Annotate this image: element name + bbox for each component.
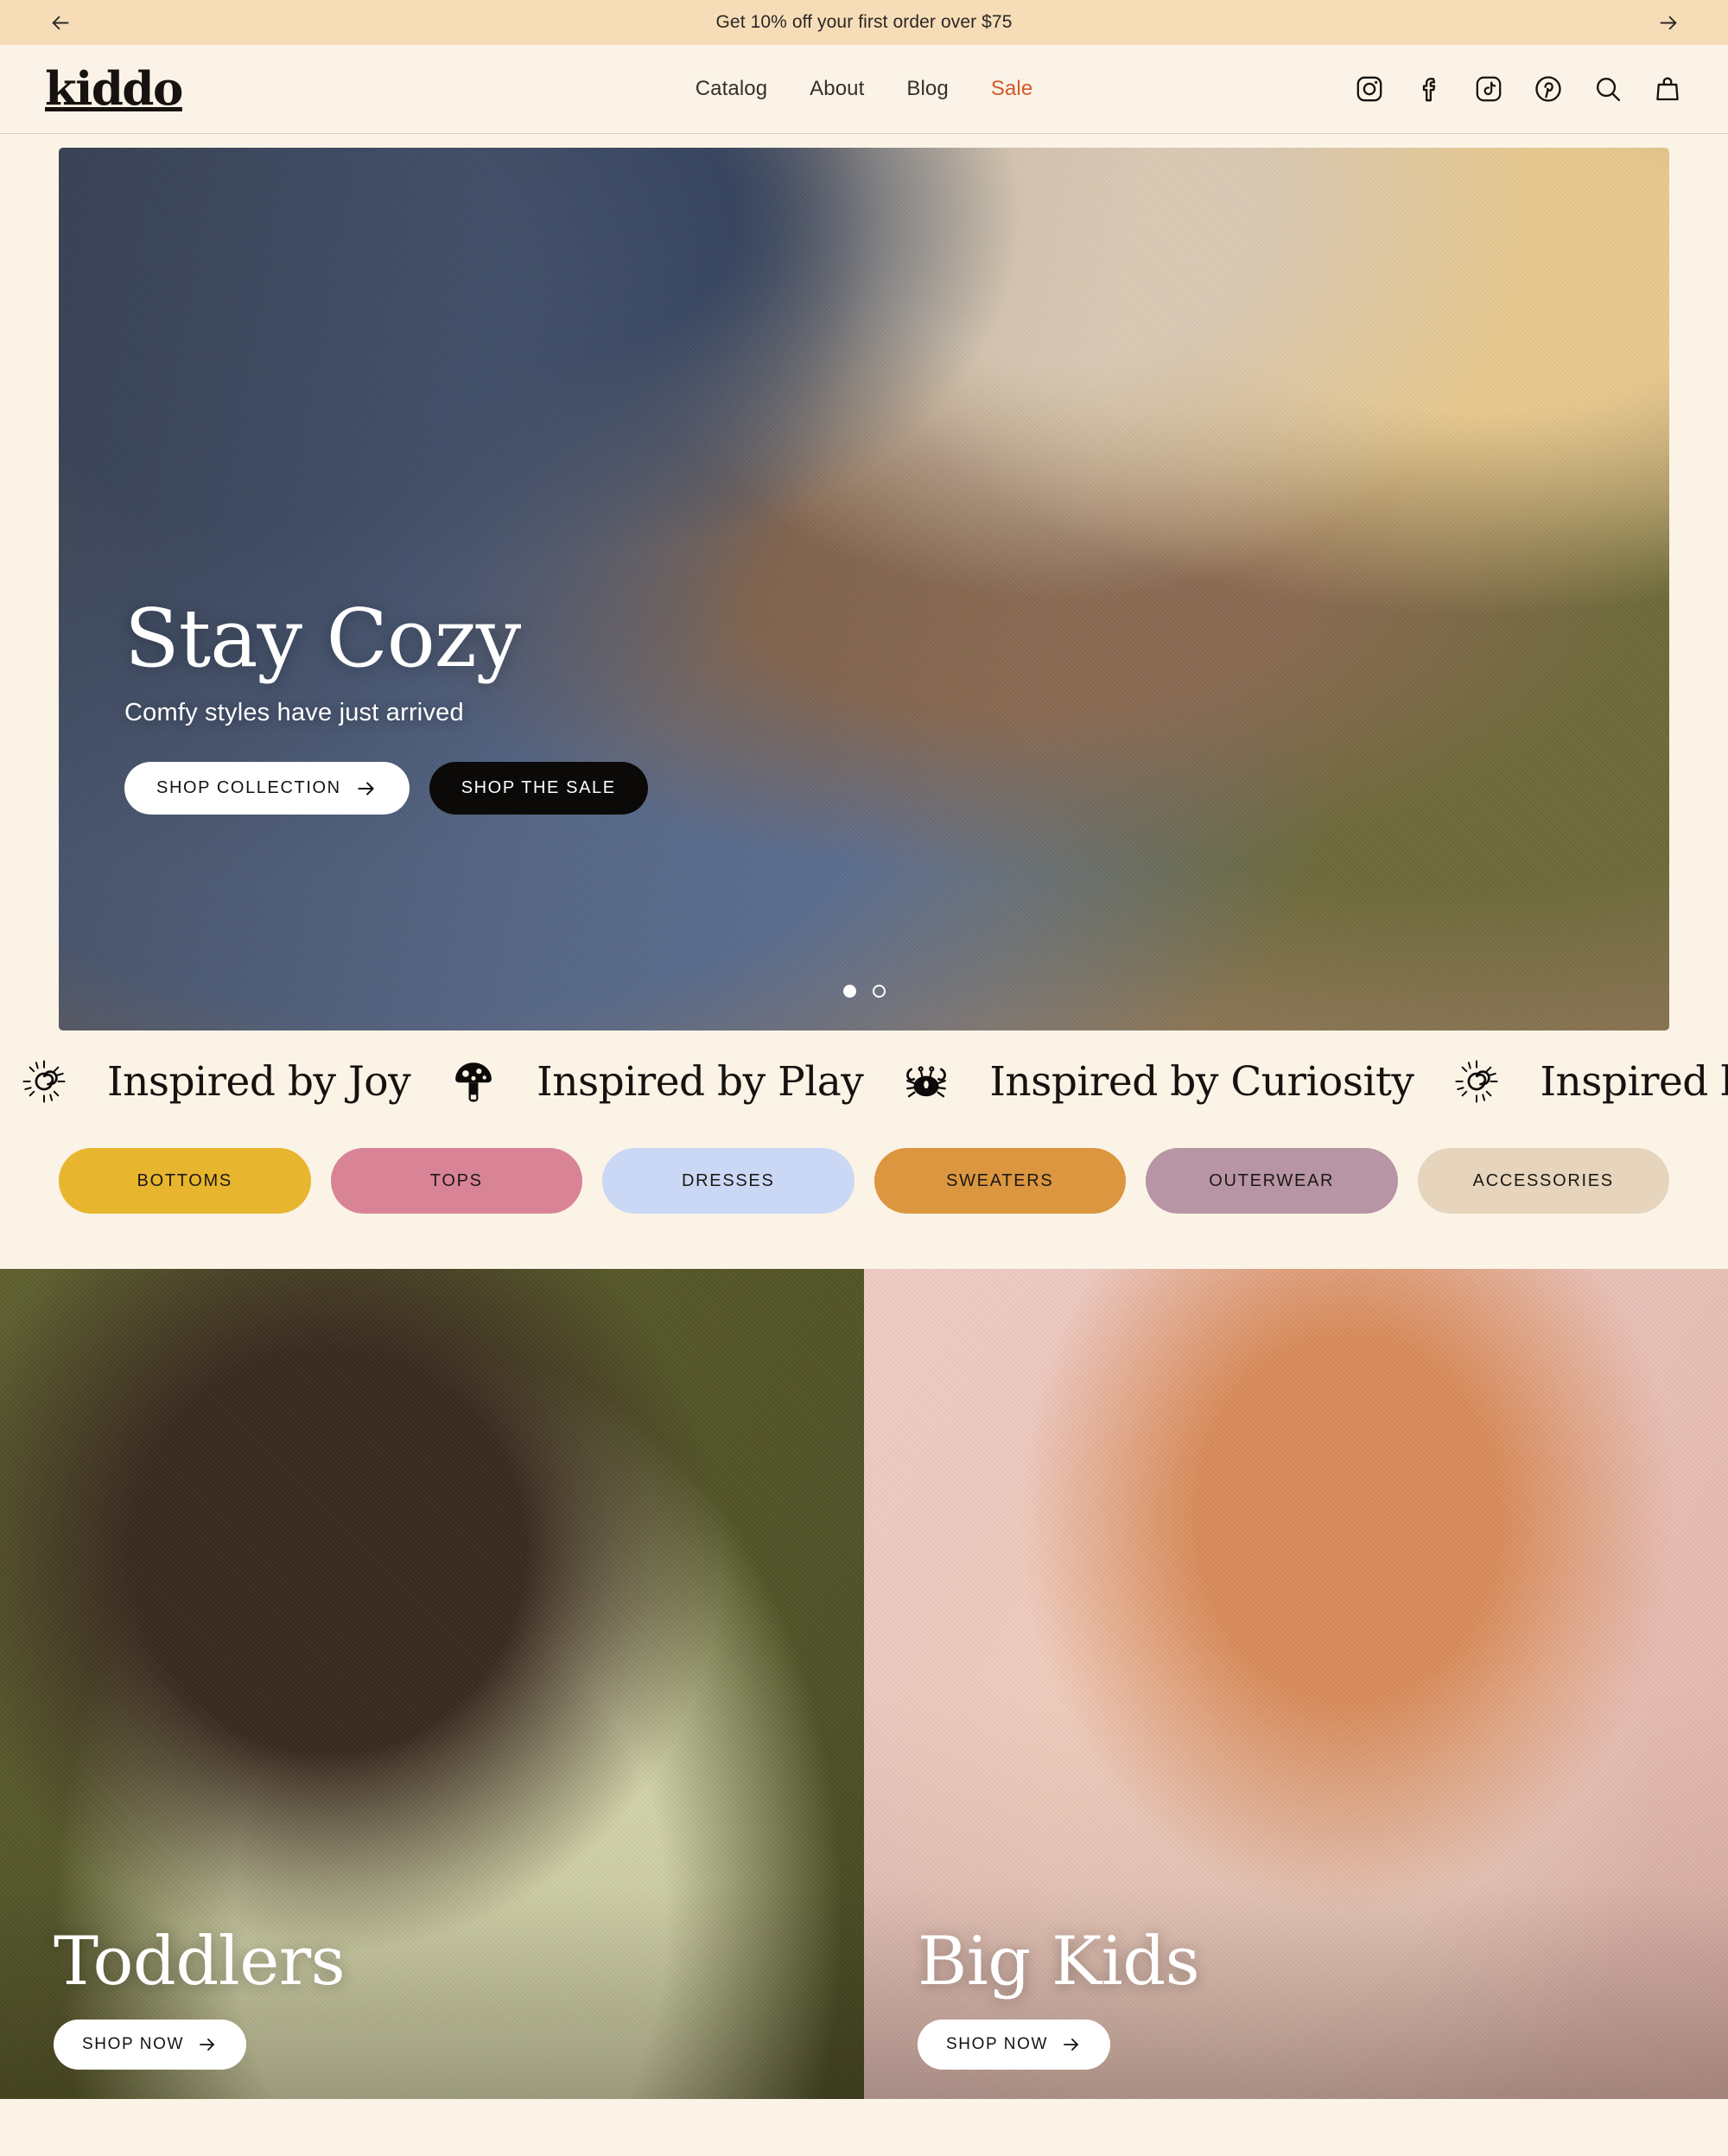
hero-subtitle: Comfy styles have just arrived	[124, 699, 464, 726]
category-pill-outerwear[interactable]: OUTERWEAR	[1146, 1148, 1398, 1214]
tiktok-icon[interactable]	[1473, 73, 1504, 105]
shop-now-button-toddlers[interactable]: SHOP NOW	[54, 2020, 247, 2070]
crab-icon	[901, 1054, 951, 1109]
hero-carousel-dots	[59, 985, 1669, 998]
header-icon-group	[1354, 73, 1683, 105]
shop-the-sale-label: SHOP THE SALE	[461, 778, 616, 797]
hero-section: Stay Cozy Comfy styles have just arrived…	[0, 134, 1728, 1030]
marquee-label-joy-1: Inspired by Joy	[107, 1057, 411, 1106]
carousel-dot-2[interactable]	[872, 985, 886, 998]
shop-now-label: SHOP NOW	[82, 2035, 185, 2053]
arrow-right-icon	[358, 782, 374, 795]
marquee-label-play: Inspired by Play	[537, 1057, 864, 1106]
shop-now-button-big-kids[interactable]: SHOP NOW	[918, 2020, 1111, 2070]
inspiration-marquee: Inspired by Joy Inspired by Play Inspire…	[0, 1030, 1728, 1132]
marquee-label-joy-2: Inspired by Joy	[1540, 1057, 1728, 1106]
announcement-prev-button[interactable]	[45, 8, 74, 37]
hero-content: Stay Cozy Comfy styles have just arrived…	[124, 598, 648, 815]
shop-the-sale-button[interactable]: SHOP THE SALE	[429, 762, 648, 815]
collection-title-toddlers: Toddlers	[54, 1922, 346, 2001]
pinterest-icon[interactable]	[1533, 73, 1564, 105]
category-pill-row: BOTTOMS TOPS DRESSES SWEATERS OUTERWEAR …	[0, 1132, 1728, 1269]
category-pill-accessories[interactable]: ACCESSORIES	[1417, 1148, 1669, 1214]
collection-title-big-kids: Big Kids	[918, 1922, 1200, 2001]
carousel-dot-1[interactable]	[842, 985, 856, 998]
shopping-bag-icon[interactable]	[1652, 73, 1683, 105]
nav-item-about[interactable]: About	[810, 77, 864, 101]
card-content: Big Kids SHOP NOW	[918, 1922, 1200, 2070]
category-pill-tops[interactable]: TOPS	[330, 1148, 582, 1214]
collection-card-row: Toddlers SHOP NOW Big Kids SHOP NOW	[0, 1269, 1728, 2099]
shop-collection-label: SHOP COLLECTION	[156, 778, 341, 797]
arrow-left-icon	[52, 16, 68, 29]
category-pill-dresses[interactable]: DRESSES	[602, 1148, 854, 1214]
search-icon[interactable]	[1592, 73, 1623, 105]
nav-item-catalog[interactable]: Catalog	[696, 77, 767, 101]
arrow-right-icon	[200, 2039, 214, 2051]
nav-item-blog[interactable]: Blog	[906, 77, 948, 101]
arrow-right-icon	[1660, 16, 1676, 29]
homepage: Get 10% off your first order over $75 ki…	[0, 0, 1728, 2156]
hero-cta-group: SHOP COLLECTION SHOP THE SALE	[124, 762, 648, 815]
category-pill-sweaters[interactable]: SWEATERS	[874, 1148, 1126, 1214]
site-logo[interactable]: kiddo	[45, 66, 183, 112]
shop-collection-button[interactable]: SHOP COLLECTION	[124, 762, 410, 815]
announcement-next-button[interactable]	[1654, 8, 1683, 37]
sun-spiral-icon	[1452, 1054, 1502, 1109]
instagram-icon[interactable]	[1354, 73, 1385, 105]
arrow-right-icon	[1064, 2039, 1078, 2051]
sun-spiral-icon	[19, 1054, 69, 1109]
announcement-bar: Get 10% off your first order over $75	[0, 0, 1728, 45]
announcement-text: Get 10% off your first order over $75	[715, 12, 1013, 32]
collection-card-toddlers[interactable]: Toddlers SHOP NOW	[0, 1269, 864, 2099]
facebook-icon[interactable]	[1414, 73, 1445, 105]
hero-banner: Stay Cozy Comfy styles have just arrived…	[59, 148, 1669, 1030]
hero-overlay	[59, 148, 1669, 1030]
hero-title: Stay Cozy	[124, 592, 521, 686]
shop-now-label: SHOP NOW	[946, 2035, 1049, 2053]
category-pill-bottoms[interactable]: BOTTOMS	[59, 1148, 311, 1214]
mushroom-icon	[448, 1054, 499, 1109]
site-header: kiddo Catalog About Blog Sale	[0, 45, 1728, 134]
card-content: Toddlers SHOP NOW	[54, 1922, 346, 2070]
nav-item-sale[interactable]: Sale	[991, 77, 1032, 101]
marquee-label-curiosity: Inspired by Curiosity	[989, 1057, 1414, 1106]
collection-card-big-kids[interactable]: Big Kids SHOP NOW	[864, 1269, 1728, 2099]
